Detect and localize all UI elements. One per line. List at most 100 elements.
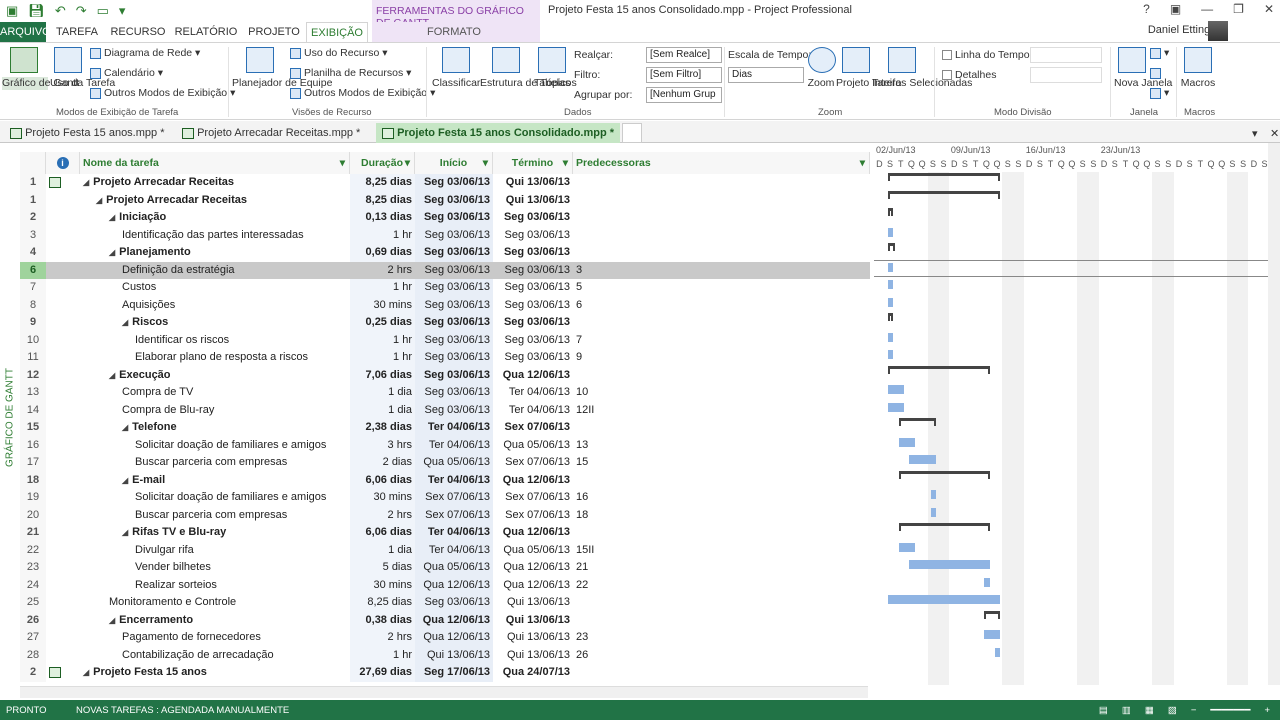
task-start[interactable]: Qua 12/06/13 [415, 611, 493, 629]
task-start[interactable]: Seg 03/06/13 [415, 331, 493, 349]
task-name[interactable]: ◢ Projeto Arrecadar Receitas [80, 192, 350, 210]
chevron-down-icon[interactable]: ▾ [483, 157, 488, 169]
team-planner-view-icon[interactable]: ▦ [1145, 705, 1154, 716]
task-name[interactable]: Divulgar rifa [80, 542, 350, 560]
task-name[interactable]: Compra de Blu-ray [80, 402, 350, 420]
row-indicator[interactable] [46, 279, 80, 297]
chevron-down-icon[interactable]: ▾ [860, 157, 865, 169]
task-bar[interactable] [887, 227, 894, 237]
task-start[interactable]: Seg 03/06/13 [415, 174, 493, 192]
task-duration[interactable]: 0,13 dias [350, 209, 415, 227]
task-predecessors[interactable] [573, 612, 870, 630]
task-duration[interactable]: 6,06 dias [350, 524, 415, 542]
row-indicator[interactable] [46, 454, 80, 472]
row-id[interactable]: 9 [20, 314, 46, 332]
table-row[interactable]: 12 ◢ Execução 7,06 dias Seg 03/06/13 Qua 12/0… [20, 366, 870, 385]
table-row[interactable]: 2 ◢ Iniciação 0,13 dias Seg 03/06/13 Seg 03/0… [20, 209, 870, 227]
task-predecessors[interactable]: 15II [573, 542, 870, 560]
task-start[interactable]: Seg 03/06/13 [415, 244, 493, 262]
task-predecessors[interactable] [573, 209, 870, 227]
table-row[interactable]: 25 Monitoramento e Controle 8,25 dias Seg 0… [20, 594, 870, 612]
task-name[interactable]: Monitoramento e Controle [80, 594, 350, 612]
task-finish[interactable]: Seg 03/06/13 [493, 227, 573, 245]
row-id[interactable]: 14 [20, 401, 46, 419]
row-indicator[interactable] [46, 314, 80, 332]
chevron-down-icon[interactable]: ▾ [405, 157, 410, 169]
duration-column-header[interactable]: Duração ▾ [350, 152, 415, 174]
task-bar[interactable] [930, 507, 937, 517]
minimize-icon[interactable]: — [1201, 2, 1213, 16]
new-tasks-mode[interactable]: NOVAS TAREFAS : AGENDADA MANUALMENTE [76, 705, 289, 716]
task-predecessors[interactable]: 5 [573, 279, 870, 297]
row-id[interactable]: 22 [20, 541, 46, 559]
task-name[interactable]: Buscar parceria com empresas [80, 454, 350, 472]
resource-sheet-view-icon[interactable]: ▧ [1168, 705, 1177, 716]
task-finish[interactable]: Seg 03/06/13 [493, 314, 573, 332]
task-predecessors[interactable] [573, 664, 870, 682]
task-name[interactable]: Buscar parceria com empresas [80, 507, 350, 525]
row-id[interactable]: 13 [20, 384, 46, 402]
gantt-view-button[interactable]: Gráfico de Gantt [2, 77, 79, 90]
row-indicator[interactable] [46, 612, 80, 630]
details-select[interactable] [1030, 67, 1102, 83]
table-row[interactable]: 20 Buscar parceria com empresas 2 hrs Sex 0… [20, 506, 870, 525]
tab-exibicao[interactable]: EXIBIÇÃO [306, 22, 368, 42]
task-name[interactable]: Compra de TV [80, 384, 350, 402]
task-start[interactable]: Qua 12/06/13 [415, 629, 493, 647]
task-finish[interactable]: Seg 03/06/13 [493, 209, 573, 227]
indicators-header[interactable]: i [46, 152, 80, 174]
task-name[interactable]: ◢ Planejamento [80, 244, 350, 262]
task-start[interactable]: Seg 03/06/13 [415, 594, 493, 612]
doc-tab-consolidado[interactable]: Projeto Festa 15 anos Consolidado.mpp * [376, 123, 620, 143]
task-start[interactable]: Seg 03/06/13 [415, 366, 493, 384]
row-indicator[interactable] [46, 489, 80, 507]
task-duration[interactable]: 1 dia [350, 401, 415, 419]
table-row[interactable]: 15 ◢ Telefone 2,38 dias Ter 04/06/13 Sex 07/0… [20, 419, 870, 437]
row-indicator[interactable] [46, 542, 80, 560]
entire-project-button[interactable]: Projeto Inteiro [836, 77, 901, 90]
task-duration[interactable]: 0,69 dias [350, 244, 415, 262]
table-row[interactable]: 2 ◢ Projeto Festa 15 anos 27,69 dias Seg 17/… [20, 664, 870, 682]
task-name[interactable]: ◢ Riscos [80, 314, 350, 332]
collapse-triangle-icon[interactable]: ◢ [122, 318, 128, 327]
row-id[interactable]: 6 [20, 261, 46, 279]
task-duration[interactable]: 6,06 dias [350, 471, 415, 489]
task-bar[interactable] [887, 350, 894, 359]
task-predecessors[interactable] [573, 472, 870, 490]
task-bar[interactable] [909, 455, 937, 464]
task-usage-view-icon[interactable]: ▥ [1122, 705, 1131, 716]
task-finish[interactable]: Sex 07/06/13 [493, 489, 573, 507]
row-id[interactable]: 2 [20, 664, 46, 682]
app-icon[interactable]: ▣ [6, 3, 18, 19]
task-bar[interactable] [898, 542, 915, 552]
table-row[interactable]: 4 ◢ Planejamento 0,69 dias Seg 03/06/13 Seg 0… [20, 244, 870, 262]
table-row[interactable]: 6 Definição da estratégia 2 hrs Seg 03/06/1… [20, 261, 870, 280]
task-predecessors[interactable] [573, 594, 870, 612]
summary-bar[interactable] [887, 173, 1001, 181]
task-name[interactable]: ◢ Telefone [80, 419, 350, 437]
row-id[interactable]: 2 [20, 209, 46, 227]
task-bar[interactable] [930, 490, 937, 499]
chevron-down-icon[interactable]: ▾ [340, 157, 345, 169]
task-predecessors[interactable] [573, 367, 870, 385]
task-duration[interactable]: 5 dias [350, 559, 415, 577]
task-finish[interactable]: Seg 03/06/13 [493, 349, 573, 367]
task-duration[interactable]: 3 hrs [350, 436, 415, 454]
other-task-views-button[interactable]: Outros Modos de Exibição ▾ [90, 87, 235, 99]
resource-sheet-button[interactable]: Planilha de Recursos ▾ [290, 67, 411, 79]
task-bar[interactable] [994, 647, 1001, 657]
row-indicator[interactable] [46, 402, 80, 420]
task-duration[interactable]: 8,25 dias [350, 191, 415, 209]
task-start[interactable]: Seg 03/06/13 [415, 261, 493, 279]
summary-bar[interactable] [898, 418, 937, 426]
row-indicator[interactable] [46, 209, 80, 227]
task-predecessors[interactable]: 26 [573, 647, 870, 665]
restore-icon[interactable]: ❐ [1233, 2, 1244, 16]
collapse-triangle-icon[interactable]: ◢ [96, 196, 102, 205]
row-indicator[interactable] [46, 192, 80, 210]
task-finish[interactable]: Sex 07/06/13 [493, 419, 573, 437]
calendar-button[interactable]: Calendário ▾ [90, 67, 163, 79]
summary-bar[interactable] [887, 243, 896, 251]
task-predecessors[interactable]: 9 [573, 349, 870, 367]
row-indicator[interactable] [46, 262, 80, 280]
